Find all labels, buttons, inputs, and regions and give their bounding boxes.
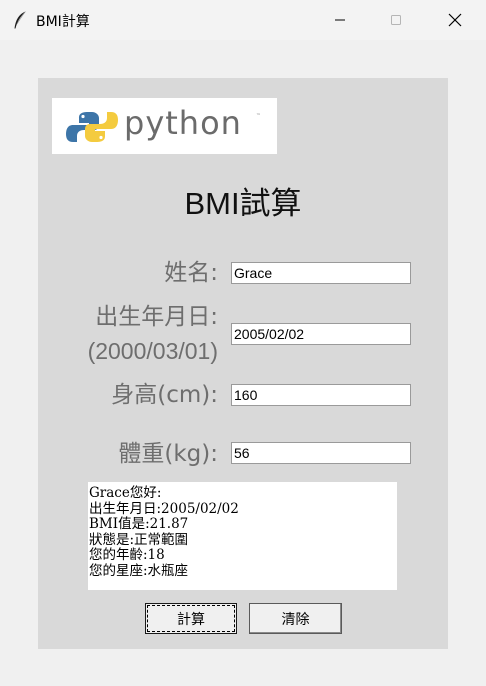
maximize-icon xyxy=(391,15,401,25)
height-field[interactable]: 160 xyxy=(231,384,411,406)
trademark-mark: ™ xyxy=(256,113,261,119)
result-line: 狀態是:正常範圍 xyxy=(89,531,189,548)
weight-label: 體重(kg): xyxy=(118,441,218,467)
maximize-button[interactable] xyxy=(373,0,419,40)
python-logo-text: python xyxy=(124,104,242,142)
result-line: BMI值是:21.87 xyxy=(89,516,189,532)
birthdate-format-hint: (2000/03/01) xyxy=(87,338,218,364)
clear-button[interactable]: 清除 xyxy=(249,603,342,634)
title-bar: BMI計算 xyxy=(0,0,486,40)
close-button[interactable] xyxy=(432,0,478,40)
feather-icon xyxy=(14,11,26,29)
close-icon xyxy=(448,13,462,27)
height-label: 身高(cm): xyxy=(111,382,218,408)
clear-button-label: 清除 xyxy=(281,611,310,628)
result-line: 出生年月日:2005/02/02 xyxy=(89,500,239,517)
result-line: 您的年齡:18 xyxy=(89,547,165,563)
name-label: 姓名: xyxy=(164,260,218,286)
birthdate-label: 出生年月日: xyxy=(95,304,218,330)
minimize-icon xyxy=(335,19,345,21)
focus-ring xyxy=(147,605,235,632)
page-title: BMI試算 xyxy=(184,186,302,221)
calculate-button[interactable]: 計算 xyxy=(145,603,237,634)
result-line: Grace您好: xyxy=(89,485,162,501)
birthdate-field[interactable]: 2005/02/02 xyxy=(231,323,411,345)
python-logo: python ™ xyxy=(52,98,277,154)
main-frame: python ™ BMI試算 姓名: Grace 出生年月日: (2000/03… xyxy=(38,78,448,649)
python-logo-icon xyxy=(66,112,118,142)
window-title: BMI計算 xyxy=(36,14,90,30)
weight-field[interactable]: 56 xyxy=(231,442,411,464)
result-text-area[interactable]: Grace您好: 出生年月日:2005/02/02 BMI值是:21.87 狀態… xyxy=(88,482,397,590)
result-line: 您的星座:水瓶座 xyxy=(89,562,189,579)
name-field[interactable]: Grace xyxy=(231,262,411,284)
minimize-button[interactable] xyxy=(317,0,363,40)
